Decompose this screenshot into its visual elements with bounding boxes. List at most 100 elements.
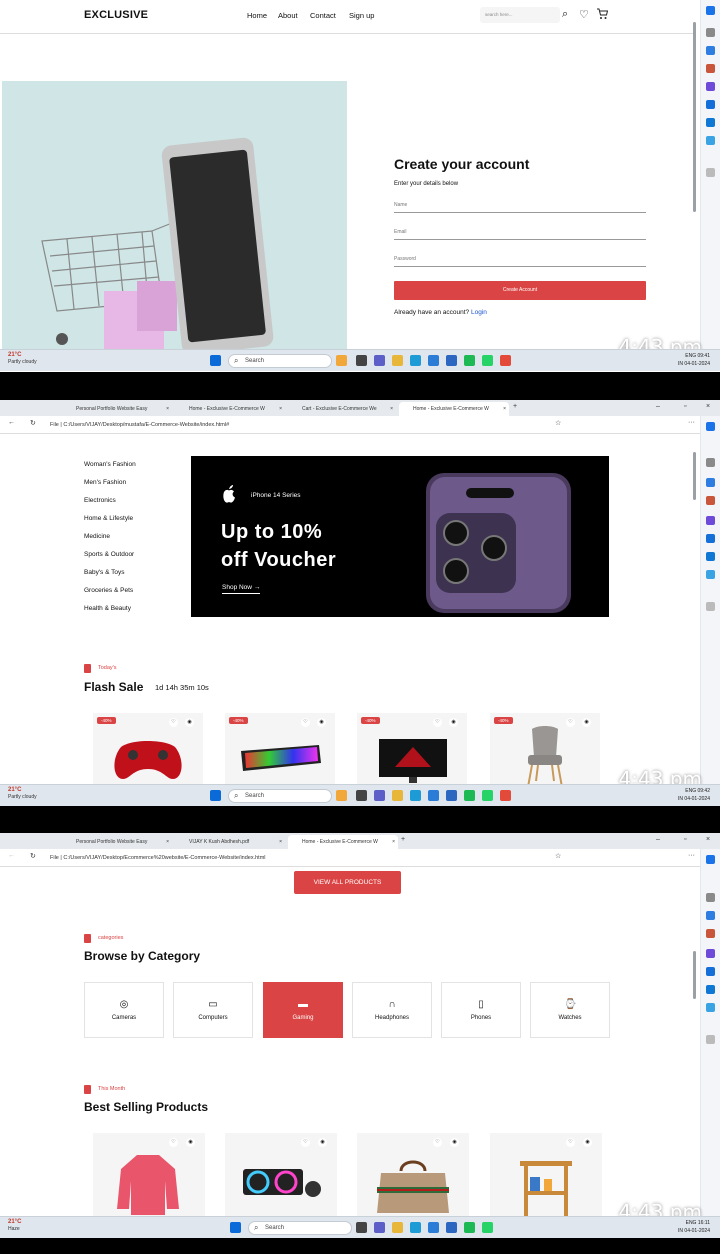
tab-home-active[interactable]: Home - Exclusive E-Commerce W × bbox=[399, 402, 509, 416]
category-phones[interactable]: ▯ Phones bbox=[441, 982, 521, 1038]
favorite-star-icon[interactable]: ☆ bbox=[555, 852, 561, 860]
refresh-icon[interactable]: ↻ bbox=[30, 852, 36, 860]
sidebar-shopping-icon[interactable] bbox=[706, 929, 715, 938]
system-tray[interactable]: ENG 16:11 IN 04-01-2024 bbox=[678, 1219, 710, 1235]
refresh-icon[interactable]: ↻ bbox=[30, 419, 36, 427]
maximize-icon[interactable]: ▫ bbox=[684, 836, 686, 843]
sidebar-add-icon[interactable] bbox=[706, 168, 715, 177]
tab-home-active[interactable]: Home - Exclusive E-Commerce W × bbox=[288, 835, 398, 849]
weather-widget[interactable]: 21°C Partly cloudy bbox=[8, 787, 37, 801]
new-tab-icon[interactable]: + bbox=[401, 836, 405, 843]
back-icon[interactable]: ← bbox=[8, 852, 15, 859]
sidebar-games-icon[interactable] bbox=[706, 949, 715, 958]
sidebar-outlook-icon[interactable] bbox=[706, 552, 715, 561]
sidebar-outlook-icon[interactable] bbox=[706, 985, 715, 994]
search-icon[interactable]: ⌕ bbox=[562, 8, 568, 21]
window-close-icon[interactable]: × bbox=[706, 403, 710, 410]
heart-icon[interactable]: ♡ bbox=[566, 1138, 575, 1147]
nav-about[interactable]: About bbox=[278, 11, 298, 20]
eye-icon[interactable]: ◉ bbox=[185, 718, 194, 727]
sidebar-office-icon[interactable] bbox=[706, 534, 715, 543]
product-card[interactable]: ♡ ◉ bbox=[357, 1133, 469, 1218]
heart-icon[interactable]: ♡ bbox=[169, 718, 178, 727]
sidebar-drop-icon[interactable] bbox=[706, 136, 715, 145]
sidebar-add-icon[interactable] bbox=[706, 602, 715, 611]
sidebar-shopping-icon[interactable] bbox=[706, 64, 715, 73]
taskbar-search[interactable]: ⌕ Search bbox=[228, 354, 332, 368]
category-medicine[interactable]: Medicine bbox=[84, 533, 110, 540]
page-scrollbar[interactable] bbox=[693, 22, 696, 212]
sidebar-search-icon[interactable] bbox=[706, 458, 715, 467]
product-card[interactable]: ♡ ◉ bbox=[490, 1133, 602, 1218]
sidebar-shopping-icon[interactable] bbox=[706, 496, 715, 505]
product-card[interactable]: -40% ♡ ◉ bbox=[490, 713, 600, 793]
sidebar-search-icon[interactable] bbox=[706, 893, 715, 902]
vscode-icon[interactable] bbox=[428, 790, 439, 801]
eye-icon[interactable]: ◉ bbox=[186, 1138, 195, 1147]
teams-icon[interactable] bbox=[374, 355, 385, 366]
teams-icon[interactable] bbox=[374, 1222, 385, 1233]
window-close-icon[interactable]: × bbox=[706, 836, 710, 843]
email-field[interactable]: Email bbox=[394, 227, 646, 240]
category-mens-fashion[interactable]: Men's Fashion bbox=[84, 479, 126, 486]
favorite-star-icon[interactable]: ☆ bbox=[555, 419, 561, 427]
nav-home[interactable]: Home bbox=[247, 11, 267, 20]
eye-icon[interactable]: ◉ bbox=[450, 1138, 459, 1147]
chrome-icon[interactable] bbox=[500, 355, 511, 366]
shop-now-link[interactable]: Shop Now → bbox=[222, 584, 261, 594]
file-explorer-icon[interactable] bbox=[392, 790, 403, 801]
category-computers[interactable]: ▭ Computers bbox=[173, 982, 253, 1038]
tab-home-1[interactable]: Home - Exclusive E-Commerce W × bbox=[175, 402, 285, 416]
category-cameras[interactable]: ◎ Cameras bbox=[84, 982, 164, 1038]
store-icon[interactable] bbox=[446, 355, 457, 366]
cart-icon[interactable] bbox=[596, 8, 608, 20]
start-button-icon[interactable] bbox=[230, 1222, 241, 1233]
page-scrollbar[interactable] bbox=[693, 452, 696, 500]
product-card[interactable]: ♡ ◉ bbox=[225, 1133, 337, 1218]
page-scrollbar[interactable] bbox=[693, 951, 696, 999]
whatsapp-icon[interactable] bbox=[482, 790, 493, 801]
url-field[interactable]: File | C:/Users/VIJAY/Desktop/Ecommerce%… bbox=[50, 852, 530, 864]
store-icon[interactable] bbox=[446, 790, 457, 801]
password-field[interactable]: Password bbox=[394, 254, 646, 267]
sidebar-drop-icon[interactable] bbox=[706, 570, 715, 579]
category-watches[interactable]: ⌚ Watches bbox=[530, 982, 610, 1038]
edge-icon[interactable] bbox=[410, 790, 421, 801]
view-all-products-button[interactable]: VIEW ALL PRODUCTS bbox=[294, 871, 401, 894]
more-menu-icon[interactable]: ··· bbox=[688, 852, 695, 859]
system-tray[interactable]: ENG 09:41 IN 04-01-2024 bbox=[678, 352, 710, 368]
task-view-icon[interactable] bbox=[356, 790, 367, 801]
nav-contact[interactable]: Contact bbox=[310, 11, 336, 20]
site-logo[interactable]: EXCLUSIVE bbox=[84, 9, 148, 21]
close-icon[interactable]: × bbox=[392, 835, 395, 849]
tab-cart[interactable]: Cart - Exclusive E-Commerce We × bbox=[288, 402, 396, 416]
login-link[interactable]: Login bbox=[471, 309, 487, 316]
sidebar-copilot-icon[interactable] bbox=[706, 855, 715, 864]
sidebar-copilot-icon[interactable] bbox=[706, 422, 715, 431]
category-gaming[interactable]: ▬ Gaming bbox=[263, 982, 343, 1038]
url-field[interactable]: File | C:/Users/VIJAY/Desktop/mustafa/E-… bbox=[50, 419, 530, 431]
whatsapp-icon[interactable] bbox=[482, 355, 493, 366]
category-babys-toys[interactable]: Baby's & Toys bbox=[84, 569, 125, 576]
sidebar-search-icon[interactable] bbox=[706, 28, 715, 37]
close-icon[interactable]: × bbox=[279, 835, 282, 849]
category-headphones[interactable]: ∩ Headphones bbox=[352, 982, 432, 1038]
category-health-beauty[interactable]: Health & Beauty bbox=[84, 605, 131, 612]
back-icon[interactable]: ← bbox=[8, 419, 15, 426]
weather-widget[interactable]: 21°C Haze bbox=[8, 1219, 21, 1233]
tab-portfolio[interactable]: Personal Portfolio Website Easy × bbox=[62, 402, 172, 416]
category-sports-outdoor[interactable]: Sports & Outdoor bbox=[84, 551, 134, 558]
taskbar-search[interactable]: ⌕ Search bbox=[228, 789, 332, 803]
product-card[interactable]: -40% ♡ ◉ bbox=[357, 713, 467, 793]
spotify-icon[interactable] bbox=[464, 1222, 475, 1233]
create-account-button[interactable]: Create Account bbox=[394, 281, 646, 300]
product-card[interactable]: -40% ♡ ◉ bbox=[93, 713, 203, 793]
eye-icon[interactable]: ◉ bbox=[582, 718, 591, 727]
sidebar-drop-icon[interactable] bbox=[706, 1003, 715, 1012]
search-input[interactable]: search here... bbox=[480, 7, 560, 23]
chrome-icon[interactable] bbox=[500, 790, 511, 801]
widgets-icon[interactable] bbox=[336, 790, 347, 801]
new-tab-icon[interactable]: + bbox=[513, 403, 517, 410]
category-electronics[interactable]: Electronics bbox=[84, 497, 116, 504]
taskbar-search[interactable]: ⌕ Search bbox=[248, 1221, 352, 1235]
